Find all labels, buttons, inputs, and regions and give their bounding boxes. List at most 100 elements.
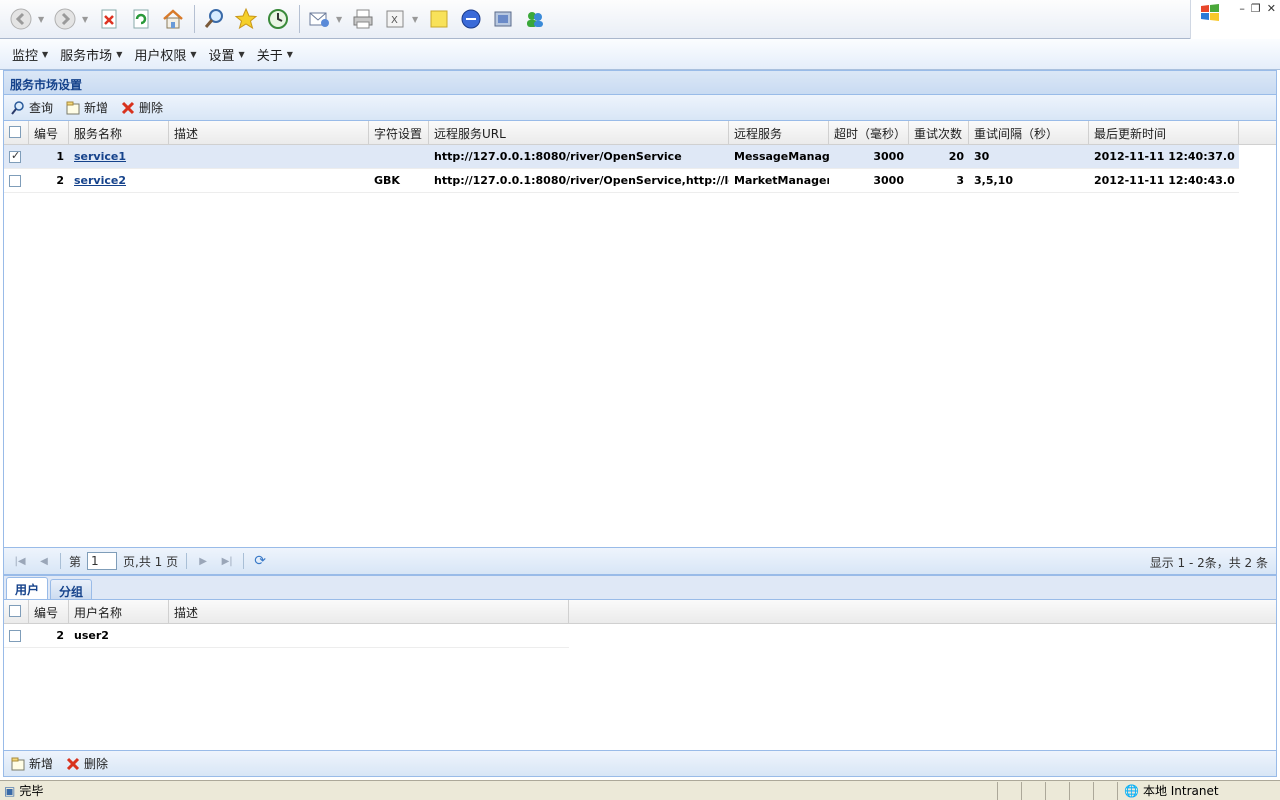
home-icon[interactable]: [158, 4, 188, 34]
favorites-icon[interactable]: [231, 4, 261, 34]
column-header[interactable]: 最后更新时间: [1089, 121, 1239, 145]
page-prefix: 第: [69, 554, 82, 569]
column-header[interactable]: 编号: [29, 121, 69, 145]
column-header[interactable]: 远程服务: [729, 121, 829, 145]
print-icon[interactable]: [348, 4, 378, 34]
row-checkbox[interactable]: [9, 149, 21, 163]
windows-logo-icon: [1201, 4, 1219, 21]
column-header[interactable]: 编号: [29, 600, 69, 624]
menu-settings[interactable]: 设置 ▼: [203, 42, 251, 66]
cell-interval: 30: [974, 150, 990, 163]
cell-id: 2: [56, 629, 64, 642]
menu-label: 关于: [256, 48, 283, 64]
back-dropdown-icon[interactable]: ▼: [38, 15, 46, 24]
intranet-globe-icon: 🌐: [1124, 783, 1139, 798]
service-grid-header: 编号 服务名称 描述 字符设置 远程服务URL 远程服务 超时（毫秒） 重试次数…: [4, 121, 1276, 145]
table-row[interactable]: 2 service2 GBK http://127.0.0.1:8080/riv…: [4, 169, 1239, 193]
menu-label: 设置: [208, 48, 235, 64]
browser-toolbar: ▼ ▼ ▼ X ▼: [0, 0, 1190, 39]
column-header[interactable]: 用户名称: [69, 600, 169, 624]
column-header[interactable]: 远程服务URL: [429, 121, 729, 145]
table-row[interactable]: 2 user2: [4, 624, 569, 648]
last-page-icon[interactable]: ▶|: [219, 553, 235, 569]
menu-monitor[interactable]: 监控 ▼: [6, 42, 54, 66]
menu-service-market[interactable]: 服务市场 ▼: [54, 42, 128, 66]
menu-label: 服务市场: [60, 48, 113, 64]
paging-info: 显示 1 - 2条，共 2 条: [1149, 556, 1268, 570]
search-icon: [11, 100, 24, 115]
mail-icon[interactable]: [304, 4, 334, 34]
query-label: 查询: [29, 101, 54, 115]
column-header[interactable]: 服务名称: [69, 121, 169, 145]
service-link[interactable]: service1: [74, 150, 126, 163]
column-header[interactable]: 超时（毫秒）: [829, 121, 909, 145]
service-market-panel: 服务市场设置 查询 新增 删除 编号 服务名称 描述 字符设置 远程服务URL …: [3, 70, 1277, 575]
select-all-checkbox[interactable]: [9, 126, 21, 138]
refresh-icon[interactable]: [126, 4, 156, 34]
select-all-checkbox[interactable]: [9, 605, 21, 617]
restore-icon[interactable]: ❐: [1251, 2, 1261, 15]
forward-dropdown-icon[interactable]: ▼: [82, 15, 90, 24]
cell-interval: 3,5,10: [974, 174, 1013, 187]
close-icon[interactable]: ✕: [1267, 2, 1276, 15]
select-all-cell: [4, 600, 29, 624]
menu-user-permissions[interactable]: 用户权限 ▼: [128, 42, 202, 66]
tab-users[interactable]: 用户: [6, 577, 49, 599]
column-header[interactable]: 字符设置: [369, 121, 429, 145]
delete-user-button[interactable]: 删除: [65, 755, 108, 772]
column-header[interactable]: 重试次数: [909, 121, 969, 145]
excel-dropdown-icon[interactable]: ▼: [412, 15, 420, 24]
column-header[interactable]: 描述: [169, 600, 569, 624]
stop-icon[interactable]: [94, 4, 124, 34]
user-grid-header: 编号 用户名称 描述: [4, 600, 1276, 624]
media-icon[interactable]: [488, 4, 518, 34]
messenger-icon[interactable]: [456, 4, 486, 34]
back-icon[interactable]: [6, 4, 36, 34]
add-icon: [66, 101, 80, 114]
excel-icon[interactable]: X: [380, 4, 410, 34]
menu-about[interactable]: 关于 ▼: [251, 42, 299, 66]
status-segment: [997, 781, 1021, 800]
prev-page-icon[interactable]: ◀: [36, 553, 52, 569]
forward-icon[interactable]: [50, 4, 80, 34]
row-checkbox[interactable]: [9, 630, 21, 642]
first-page-icon[interactable]: |◀: [12, 553, 28, 569]
cell-charset: GBK: [374, 174, 400, 187]
row-check-cell: [4, 145, 29, 169]
refresh-icon[interactable]: ⟳: [252, 553, 268, 569]
cell-retries: 20: [948, 150, 964, 163]
note-icon[interactable]: [424, 4, 454, 34]
cell-url: http://127.0.0.1:8080/river/OpenService,…: [434, 174, 729, 187]
browser-status-bar: ▣ 完毕 🌐 本地 Intranet: [0, 780, 1280, 800]
service-link[interactable]: service2: [74, 174, 126, 187]
add-service-button[interactable]: 新增: [65, 99, 108, 116]
delete-label: 删除: [139, 101, 164, 115]
page-suffix: 页,共 1 页: [123, 554, 179, 569]
cell-updated: 2012-11-11 12:40:43.0: [1094, 174, 1235, 187]
minimize-icon[interactable]: –: [1239, 2, 1245, 15]
menu-label: 用户权限: [134, 48, 187, 64]
column-header[interactable]: 重试间隔（秒）: [969, 121, 1089, 145]
pager-separator: [243, 553, 245, 569]
history-icon[interactable]: [263, 4, 293, 34]
toolbar-separator: [194, 5, 195, 33]
search-icon[interactable]: [199, 4, 229, 34]
delete-service-button[interactable]: 删除: [120, 99, 163, 116]
add-user-button[interactable]: 新增: [10, 755, 53, 772]
query-button[interactable]: 查询: [10, 99, 53, 116]
tab-groups[interactable]: 分组: [50, 579, 93, 599]
row-checkbox[interactable]: [9, 175, 21, 187]
page-number-input[interactable]: 1: [87, 552, 118, 570]
pager-separator: [186, 553, 188, 569]
chevron-down-icon: ▼: [116, 49, 123, 59]
column-header[interactable]: 描述: [169, 121, 369, 145]
pager-separator: [60, 553, 61, 569]
chevron-down-icon: ▼: [286, 49, 293, 59]
cell-desc: [169, 624, 569, 648]
table-row[interactable]: 1 service1 http://127.0.0.1:8080/river/O…: [4, 145, 1239, 169]
mail-dropdown-icon[interactable]: ▼: [336, 15, 344, 24]
next-page-icon[interactable]: ▶: [195, 553, 211, 569]
msn-icon[interactable]: [520, 4, 550, 34]
chevron-down-icon: ▼: [42, 49, 49, 59]
service-toolbar: 查询 新增 删除: [4, 95, 1276, 121]
